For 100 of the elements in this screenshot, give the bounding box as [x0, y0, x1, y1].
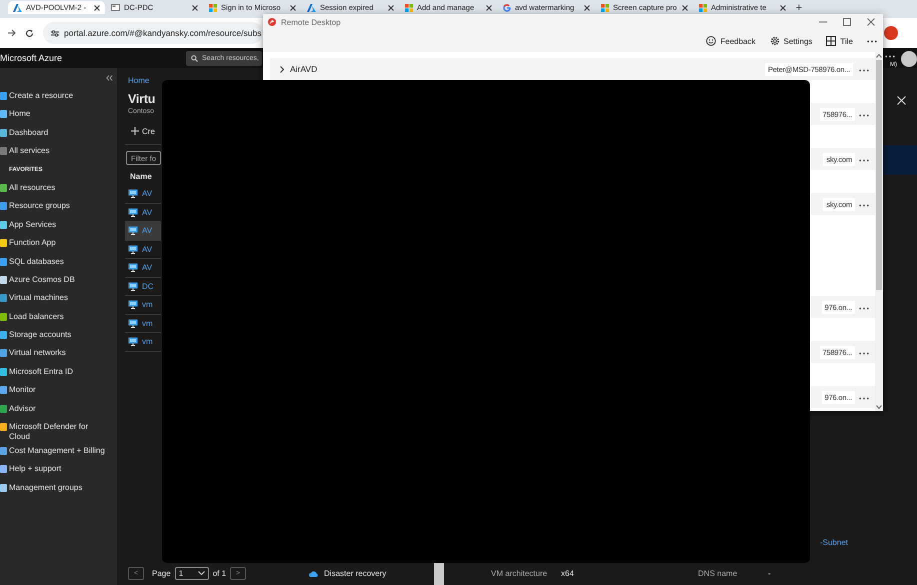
sidebar-item[interactable]: Load balancers: [9, 312, 109, 322]
service-icon: [0, 92, 7, 100]
service-icon: [0, 404, 7, 413]
monitor-icon: [128, 208, 138, 217]
more-icon[interactable]: [859, 114, 869, 116]
more-icon[interactable]: [885, 55, 895, 58]
toolbar-button[interactable]: Tile: [826, 36, 853, 46]
toolbar-button[interactable]: Feedback: [706, 36, 756, 46]
create-button[interactable]: Cre: [128, 124, 155, 138]
table-row[interactable]: vm: [125, 333, 161, 352]
toolbar-button[interactable]: Settings: [770, 36, 812, 46]
close-icon[interactable]: [94, 4, 100, 10]
sidebar-item[interactable]: Help + support: [9, 464, 109, 474]
monitor-icon: [128, 244, 138, 254]
new-tab-button[interactable]: +: [792, 1, 806, 14]
sidebar-item[interactable]: All services: [9, 146, 109, 156]
vm-name-link[interactable]: AV: [142, 263, 152, 272]
scroll-down-icon[interactable]: [876, 405, 882, 409]
grid-icon: [826, 36, 836, 46]
table-row[interactable]: DC: [125, 278, 161, 296]
monitor-icon: [128, 263, 138, 272]
sidebar-item[interactable]: Virtual machines: [9, 293, 109, 304]
account-avatar[interactable]: [901, 51, 917, 67]
scroll-up-icon[interactable]: [876, 54, 882, 58]
sidebar-item[interactable]: Resource groups: [9, 201, 109, 212]
sidebar-item[interactable]: Microsoft Defender for Cloud: [9, 422, 109, 442]
sidebar-item[interactable]: All resources: [9, 182, 109, 193]
service-icon: [0, 220, 7, 229]
forward-arrow-icon[interactable]: [8, 29, 16, 37]
sidebar-item[interactable]: Monitor: [9, 385, 109, 396]
sidebar-item[interactable]: Create a resource: [9, 91, 109, 101]
table-row[interactable]: vm: [125, 314, 161, 333]
more-icon[interactable]: [867, 40, 877, 42]
address-bar[interactable]: portal.azure.com/#@kandyansky.com/resource/subs: [43, 22, 263, 44]
page-title: Virtu: [128, 91, 156, 107]
monitor-icon: [128, 226, 138, 236]
collapse-icon[interactable]: [106, 74, 113, 80]
scrollbar-thumb[interactable]: [434, 561, 444, 585]
close-icon[interactable]: [584, 4, 590, 10]
table-row[interactable]: vm: [125, 296, 161, 314]
close-icon[interactable]: [290, 4, 296, 10]
vm-name-link[interactable]: vm: [142, 337, 153, 346]
vm-name-link[interactable]: AV: [142, 244, 152, 254]
table-row[interactable]: AV: [125, 222, 161, 240]
more-icon[interactable]: [859, 352, 869, 354]
vm-name-link[interactable]: vm: [142, 318, 153, 328]
sidebar-item[interactable]: Home: [9, 109, 109, 120]
monitor-icon: [128, 337, 138, 346]
vm-name-link[interactable]: vm: [142, 300, 153, 310]
sidebar-item[interactable]: Microsoft Entra ID: [9, 366, 109, 377]
sidebar-item[interactable]: Storage accounts: [9, 330, 109, 340]
four-squares-icon: [699, 4, 707, 12]
vm-name-link[interactable]: AV: [142, 189, 152, 198]
scrollbar[interactable]: [875, 52, 883, 411]
close-icon[interactable]: [682, 4, 688, 10]
search-icon: [191, 54, 198, 62]
more-icon[interactable]: [859, 158, 869, 162]
disaster-recovery-label[interactable]: Disaster recovery: [324, 568, 386, 578]
portal-brand: Microsoft Azure: [0, 53, 64, 63]
breadcrumb-link[interactable]: Home: [128, 75, 150, 86]
sidebar-item[interactable]: Cost Management + Billing: [9, 446, 109, 456]
maximize-icon[interactable]: [843, 18, 851, 26]
close-icon[interactable]: [486, 4, 492, 10]
sidebar-item[interactable]: Dashboard: [9, 128, 109, 138]
sidebar-item[interactable]: App Services: [9, 220, 109, 230]
refresh-icon[interactable]: [25, 28, 34, 38]
more-icon[interactable]: [859, 396, 869, 400]
azure-logo-icon: [13, 4, 22, 12]
close-icon[interactable]: [388, 4, 394, 10]
chevron-right-icon[interactable]: [280, 66, 284, 72]
sidebar-item[interactable]: Management groups: [9, 482, 109, 493]
monitor-icon: [128, 282, 138, 291]
column-header[interactable]: Name: [128, 168, 152, 185]
sidebar-item[interactable]: Function App: [9, 238, 109, 248]
more-icon[interactable]: [859, 306, 869, 310]
close-icon[interactable]: [780, 4, 786, 10]
sidebar-item[interactable]: Advisor: [9, 404, 109, 414]
profile-avatar[interactable]: [884, 26, 898, 40]
cloud-icon: [309, 570, 318, 576]
vm-name-link[interactable]: AV: [142, 226, 152, 236]
page-select[interactable]: 1: [174, 566, 209, 580]
more-icon[interactable]: [859, 204, 869, 206]
sidebar-item[interactable]: SQL databases: [9, 256, 109, 267]
property-value: x64: [561, 568, 575, 578]
sidebar-item[interactable]: Azure Cosmos DB: [9, 274, 109, 285]
table-row[interactable]: AV: [125, 259, 161, 278]
site-settings-icon[interactable]: [51, 30, 59, 36]
close-icon[interactable]: [192, 4, 198, 10]
table-row[interactable]: AV: [125, 185, 161, 204]
more-icon[interactable]: [859, 68, 869, 72]
sidebar-item[interactable]: Virtual networks: [9, 348, 109, 358]
property-value: -: [768, 568, 772, 578]
service-icon: [0, 184, 7, 192]
subnet-link[interactable]: -Subnet: [820, 538, 848, 547]
close-icon[interactable]: [867, 18, 875, 26]
service-icon: [0, 312, 7, 321]
vm-name-link[interactable]: DC: [142, 282, 154, 291]
table-row[interactable]: AV: [125, 240, 161, 259]
service-icon: [0, 447, 7, 456]
vm-name-link[interactable]: AV: [142, 208, 152, 217]
